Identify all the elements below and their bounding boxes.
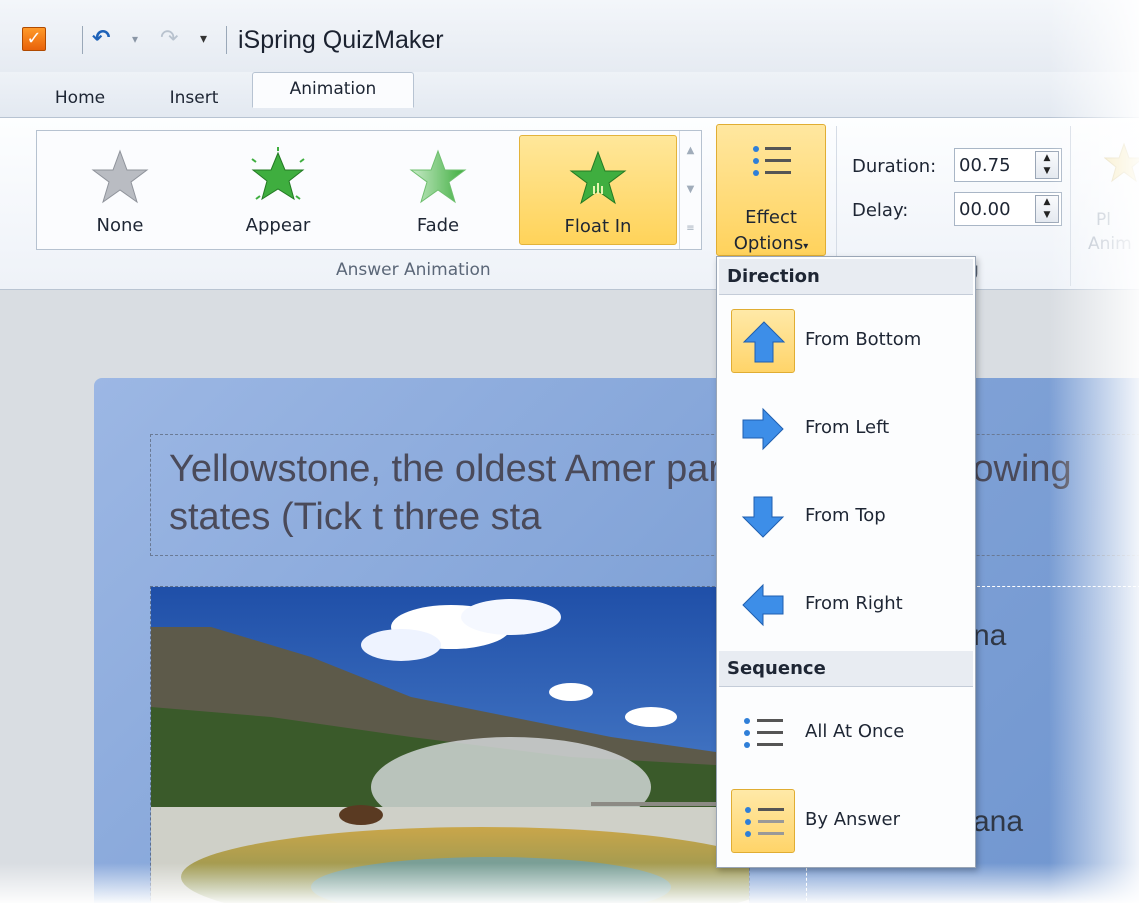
- undo-icon[interactable]: ↶: [92, 24, 110, 54]
- question-text-box[interactable]: Yellowstone, the oldest Amer park, is l …: [150, 434, 1139, 556]
- menu-item-from-top[interactable]: From Top: [727, 483, 967, 551]
- duration-spinner[interactable]: ▲▼: [954, 148, 1062, 182]
- arrow-left-icon: [742, 583, 784, 627]
- menu-header-sequence: Sequence: [719, 651, 973, 687]
- delay-input[interactable]: [959, 197, 1029, 221]
- redo-icon[interactable]: ↷: [160, 24, 178, 54]
- duration-label: Duration:: [852, 156, 937, 177]
- answer-option[interactable]: ana: [973, 805, 1023, 839]
- star-burst-green-icon: [251, 147, 305, 201]
- delay-stepper[interactable]: ▲ ▼: [1035, 195, 1059, 223]
- menu-item-all-at-once[interactable]: All At Once: [727, 699, 967, 767]
- menu-icon-box: [731, 309, 795, 373]
- effect-options-label: Effect: [745, 207, 797, 228]
- star-play-icon: [1104, 142, 1139, 183]
- gallery-item-none[interactable]: None: [41, 135, 199, 245]
- menu-icon-box: [731, 485, 795, 549]
- menu-icon-box: [731, 789, 795, 853]
- tab-animation[interactable]: Animation: [252, 72, 414, 108]
- app-logo-icon[interactable]: ✓: [22, 27, 46, 51]
- gallery-item-label: Float In: [564, 216, 632, 237]
- tab-home[interactable]: Home: [32, 82, 128, 118]
- list-bullets-icon: [753, 146, 791, 176]
- list-bullets-icon: [744, 718, 783, 748]
- group-label-answer-animation: Answer Animation: [336, 260, 491, 280]
- ribbon-divider: [1070, 126, 1071, 286]
- star-gray-icon: [91, 149, 149, 204]
- spin-down-icon[interactable]: ▼: [1036, 209, 1058, 222]
- tab-insert[interactable]: Insert: [148, 82, 240, 118]
- gallery-scrollbar[interactable]: ▲ ▼ ≡: [679, 131, 701, 249]
- play-animation-button[interactable]: Pl Anim: [1082, 128, 1139, 258]
- menu-item-label: From Right: [805, 593, 903, 614]
- menu-item-label: From Top: [805, 505, 886, 526]
- gallery-item-label: None: [96, 215, 144, 236]
- menu-item-from-bottom[interactable]: From Bottom: [727, 307, 967, 375]
- effect-options-button[interactable]: Effect Options▾: [716, 124, 826, 256]
- gallery-item-label: Appear: [245, 215, 311, 236]
- menu-header-direction: Direction: [719, 259, 973, 295]
- undo-dropdown-icon[interactable]: ▾: [132, 24, 138, 54]
- gallery-expand-icon[interactable]: ≡: [680, 209, 701, 248]
- menu-item-by-answer[interactable]: By Answer: [727, 787, 967, 855]
- menu-item-label: By Answer: [805, 809, 901, 830]
- menu-item-from-right[interactable]: From Right: [727, 571, 967, 639]
- question-text: Yellowstone, the oldest Amer park, is l …: [169, 448, 1072, 538]
- slide: Yellowstone, the oldest Amer park, is l …: [94, 378, 1139, 903]
- toolbar-divider: [82, 26, 83, 54]
- title-bar: ✓ ↶ ▾ ↷ ▾ iSpring QuizMaker: [0, 0, 1139, 72]
- gallery-item-fade[interactable]: Fade: [359, 135, 517, 245]
- menu-item-label: All At Once: [805, 721, 905, 742]
- gallery-item-label: Fade: [416, 215, 460, 236]
- yellowstone-photo: [151, 587, 749, 903]
- menu-item-label: From Bottom: [805, 329, 922, 350]
- chevron-down-icon: ▾: [803, 241, 809, 252]
- customize-qat-icon[interactable]: ▾: [200, 24, 207, 54]
- spin-down-icon[interactable]: ▼: [1036, 165, 1058, 178]
- effect-options-label: Options▾: [733, 233, 809, 254]
- menu-item-from-left[interactable]: From Left: [727, 395, 967, 463]
- menu-icon-box: [731, 573, 795, 637]
- toolbar-divider: [226, 26, 227, 54]
- arrow-up-icon: [742, 321, 786, 363]
- gallery-scroll-up-icon[interactable]: ▲: [680, 131, 701, 170]
- gallery-item-appear[interactable]: Appear: [199, 135, 357, 245]
- list-bullets-icon: [745, 807, 784, 837]
- star-fade-green-icon: [409, 149, 467, 204]
- menu-icon-box: [731, 397, 795, 461]
- duration-input[interactable]: [959, 153, 1029, 177]
- ribbon-tabs: Home Insert: [0, 72, 1139, 118]
- play-animation-label: Pl: [1096, 210, 1111, 230]
- arrow-down-icon: [741, 496, 785, 538]
- spin-up-icon[interactable]: ▲: [1036, 196, 1058, 209]
- gallery-scroll-down-icon[interactable]: ▼: [680, 170, 701, 209]
- delay-spinner[interactable]: ▲▼: [954, 192, 1062, 226]
- duration-stepper[interactable]: ▲ ▼: [1035, 151, 1059, 179]
- menu-item-label: From Left: [805, 417, 890, 438]
- slide-image[interactable]: [150, 586, 750, 903]
- star-float-green-icon: [569, 150, 627, 205]
- effect-options-menu: Direction From Bottom From Left From Top: [716, 256, 976, 868]
- gallery-item-float-in[interactable]: Float In: [519, 135, 677, 245]
- spin-up-icon[interactable]: ▲: [1036, 152, 1058, 165]
- answer-option[interactable]: na: [973, 619, 1006, 653]
- app-title: iSpring QuizMaker: [238, 26, 444, 54]
- play-animation-label: Anim: [1088, 234, 1132, 254]
- delay-label: Delay:: [852, 200, 909, 221]
- arrow-right-icon: [742, 407, 784, 451]
- menu-icon-box: [731, 701, 795, 765]
- animation-gallery: None Appear Fade Float In ▲ ▼ ≡: [36, 130, 702, 250]
